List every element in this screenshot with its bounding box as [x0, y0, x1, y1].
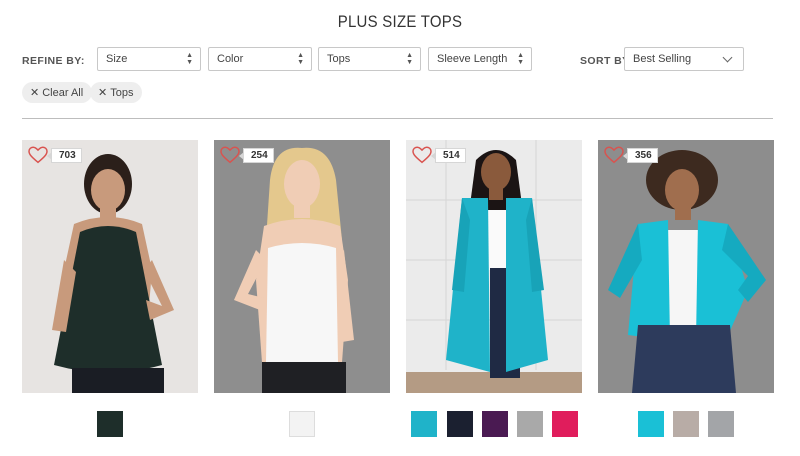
color-filter-label: Color [217, 53, 244, 65]
product-image[interactable] [214, 140, 390, 393]
chevron-down-icon [722, 52, 733, 63]
tops-chip-label: Tops [110, 87, 134, 99]
product-card[interactable]: 703 [22, 140, 198, 393]
close-icon: ✕ [98, 87, 108, 99]
color-swatch[interactable] [97, 411, 123, 437]
product-image[interactable] [22, 140, 198, 393]
sleeve-length-filter-select[interactable]: Sleeve Length ▲ ▼ [428, 47, 532, 71]
tops-filter-select[interactable]: Tops ▲ ▼ [318, 47, 421, 71]
like-count: 703 [47, 148, 82, 163]
color-swatch[interactable] [482, 411, 508, 437]
size-filter-label: Size [106, 53, 128, 65]
clear-all-chip[interactable]: ✕ Clear All [22, 82, 93, 103]
color-swatch[interactable] [673, 411, 699, 437]
color-swatch[interactable] [411, 411, 437, 437]
product-image[interactable] [598, 140, 774, 393]
color-swatch[interactable] [289, 411, 315, 437]
updown-arrows-icon: ▲ ▼ [186, 52, 193, 66]
product-card[interactable]: 254 [214, 140, 390, 393]
tops-filter-chip[interactable]: ✕ Tops [90, 82, 143, 103]
color-swatch[interactable] [708, 411, 734, 437]
heart-icon[interactable] [220, 146, 240, 164]
size-filter-select[interactable]: Size ▲ ▼ [97, 47, 201, 71]
sort-select-value: Best Selling [633, 53, 692, 65]
color-swatch[interactable] [447, 411, 473, 437]
close-icon: ✕ [30, 87, 40, 99]
updown-arrows-icon: ▲ ▼ [517, 52, 524, 66]
sort-select[interactable]: Best Selling [624, 47, 744, 71]
color-swatch[interactable] [552, 411, 578, 437]
like-count: 356 [623, 148, 658, 163]
tops-filter-label: Tops [327, 53, 351, 65]
page-title: PLUS SIZE TOPS [337, 12, 463, 31]
product-card[interactable]: 356 [598, 140, 774, 393]
updown-arrows-icon: ▲ ▼ [297, 52, 304, 66]
refine-by-label: REFINE BY: [22, 55, 85, 67]
like-count: 514 [431, 148, 466, 163]
updown-arrows-icon: ▲ ▼ [406, 52, 413, 66]
color-swatch[interactable] [517, 411, 543, 437]
heart-icon[interactable] [412, 146, 432, 164]
color-filter-select[interactable]: Color ▲ ▼ [208, 47, 312, 71]
like-count: 254 [239, 148, 274, 163]
heart-icon[interactable] [604, 146, 624, 164]
heart-icon[interactable] [28, 146, 48, 164]
product-image[interactable] [406, 140, 582, 393]
product-card[interactable]: 514 [406, 140, 582, 393]
divider [22, 118, 773, 119]
clear-all-label: Clear All [42, 87, 84, 99]
color-swatch[interactable] [638, 411, 664, 437]
sleeve-length-filter-label: Sleeve Length [437, 53, 508, 65]
